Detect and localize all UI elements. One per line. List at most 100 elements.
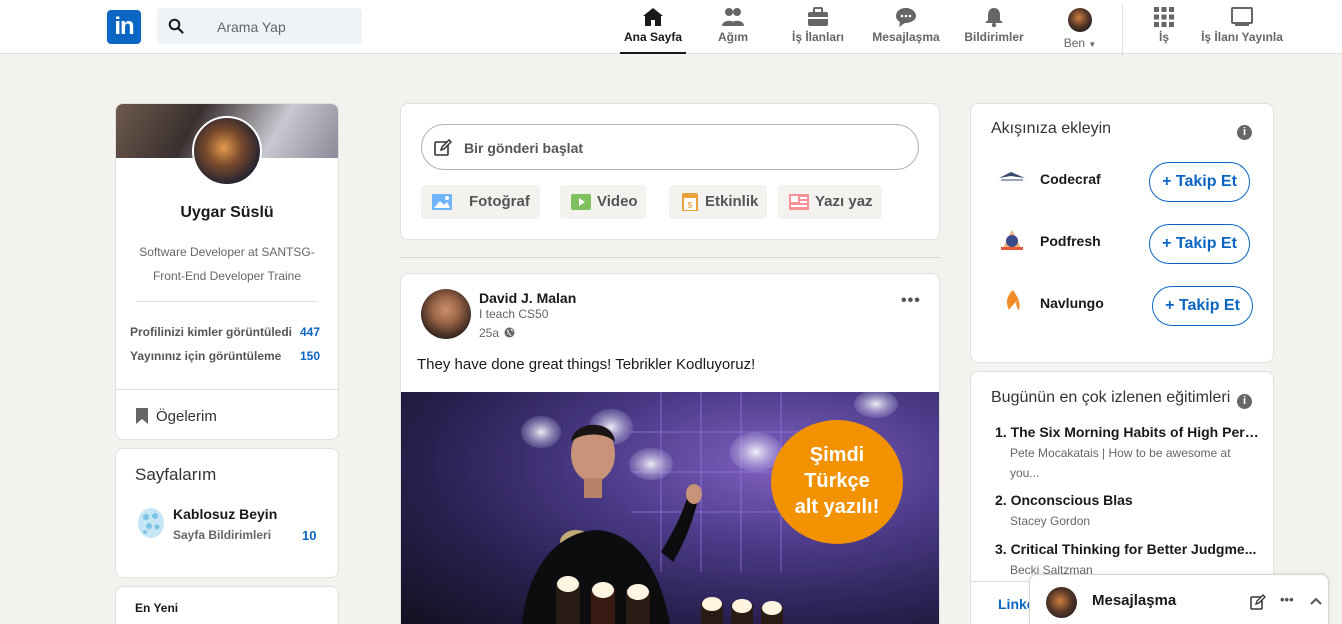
post-timestamp: 25a — [479, 326, 500, 340]
newest-label[interactable]: En Yeni — [135, 601, 178, 615]
nav-home-label: Ana Sayfa — [623, 30, 683, 44]
page-name[interactable]: Kablosuz Beyin — [173, 506, 277, 522]
my-items-link[interactable]: Ögelerim — [116, 389, 338, 439]
nav-notifications[interactable]: Bildirimler — [960, 4, 1028, 50]
share-photo-label: Fotoğraf — [469, 193, 530, 210]
edit-icon — [434, 139, 452, 156]
stat-post-views[interactable]: Yayınınız için görüntüleme 150 — [130, 349, 320, 363]
share-article-label: Yazı yaz — [815, 193, 873, 210]
caret-down-icon: ▼ — [1088, 40, 1097, 49]
stat-profile-views[interactable]: Profilinizi kimler görüntüledi 447 — [130, 325, 320, 339]
messaging-title: Mesajlaşma — [1092, 592, 1177, 609]
bell-icon — [985, 8, 1003, 28]
profile-card: Uygar Süslü Software Developer at SANTSG… — [115, 103, 339, 440]
stat-post-views-value: 150 — [299, 349, 320, 363]
follow-name-codecraf[interactable]: Codecraf — [1040, 171, 1101, 187]
post-author-subtitle: I teach CS50 — [479, 307, 549, 321]
podfresh-logo[interactable] — [997, 226, 1027, 252]
feed-sort-divider — [400, 257, 940, 258]
avatar — [1068, 8, 1092, 32]
bookmark-icon — [136, 408, 148, 424]
course-title: 3. Critical Thinking for Better Judgme..… — [995, 541, 1257, 557]
nav-messaging[interactable]: Mesajlaşma — [867, 4, 945, 50]
stat-profile-views-value: 447 — [299, 325, 320, 339]
add-to-feed-title: Akışınıza ekleyin — [991, 120, 1112, 137]
share-video-button[interactable]: Video — [560, 185, 646, 219]
top-courses-title: Bugünün en çok izlenen eğitimleri — [991, 389, 1231, 406]
newest-card: En Yeni — [115, 586, 339, 624]
my-items-label: Ögelerim — [156, 408, 217, 425]
globe-icon — [504, 327, 515, 338]
nav-post-job-label: İş İlanı Yayınla — [1201, 30, 1283, 44]
follow-button-podfresh[interactable]: + Takip Et — [1149, 224, 1250, 264]
course-item[interactable]: 1. The Six Morning Habits of High Perf..… — [995, 424, 1263, 483]
messaging-dock[interactable]: Mesajlaşma ••• — [1029, 574, 1329, 624]
grid-icon — [1154, 7, 1174, 27]
nav-me[interactable]: Ben ▼ — [1058, 4, 1102, 50]
nav-home[interactable]: Ana Sayfa — [620, 4, 686, 54]
brain-logo-icon[interactable] — [136, 505, 166, 541]
nav-messaging-label: Mesajlaşma — [872, 30, 940, 44]
add-to-feed-card: Akışınıza ekleyin i Codecraf + Takip Et … — [970, 103, 1274, 363]
info-icon[interactable]: i — [1237, 125, 1252, 140]
post-more-icon[interactable]: ••• — [901, 292, 921, 310]
messaging-more-icon[interactable]: ••• — [1280, 592, 1294, 607]
follow-name-podfresh[interactable]: Podfresh — [1040, 233, 1101, 249]
pages-title: Sayfalarım — [135, 465, 217, 484]
profile-headline: Software Developer at SANTSG-Front-End D… — [139, 245, 315, 283]
profile-name[interactable]: Uygar Süslü — [116, 204, 338, 222]
profile-divider — [136, 301, 318, 302]
svg-text:5: 5 — [688, 201, 693, 210]
start-post-button[interactable]: Bir gönderi başlat — [421, 124, 919, 170]
profile-avatar[interactable] — [192, 116, 262, 186]
article-icon — [789, 194, 809, 210]
top-nav-bar: in Ana Sayfa Ağım İş İlanları — [0, 0, 1342, 58]
nav-work-label: İş — [1158, 30, 1169, 44]
codecraf-logo[interactable] — [997, 164, 1027, 190]
messaging-avatar — [1046, 587, 1077, 618]
network-icon — [722, 8, 744, 26]
nav-jobs[interactable]: İş İlanları — [787, 4, 849, 50]
search-box[interactable] — [157, 8, 362, 44]
page-notifications-count: 10 — [302, 528, 317, 543]
nav-work[interactable]: İş — [1150, 4, 1178, 50]
nav-post-job[interactable]: İş İlanı Yayınla — [1196, 4, 1288, 50]
course-author: Pete Mocakatais | How to be awesome at y… — [1010, 446, 1231, 480]
navlungo-logo[interactable] — [997, 288, 1027, 314]
nav-network-label: Ağım — [718, 30, 748, 44]
share-article-button[interactable]: Yazı yaz — [778, 185, 882, 219]
course-title: 1. The Six Morning Habits of High Perf..… — [995, 424, 1261, 440]
start-post-label: Bir gönderi başlat — [464, 140, 584, 156]
follow-name-navlungo[interactable]: Navlungo — [1040, 295, 1104, 311]
share-event-button[interactable]: 5 Etkinlik — [669, 185, 767, 219]
post-text: They have done great things! Tebrikler K… — [417, 356, 756, 373]
post-image[interactable]: Şimdi Türkçe alt yazılı! — [401, 392, 939, 624]
chevron-up-icon[interactable] — [1309, 595, 1323, 607]
photo-icon — [432, 194, 452, 210]
course-item[interactable]: 2. Onconscious Blas Stacey Gordon — [995, 492, 1263, 531]
nav-divider — [1122, 4, 1123, 58]
home-icon — [643, 8, 663, 26]
video-icon — [571, 194, 591, 210]
follow-button-codecraf[interactable]: + Takip Et — [1149, 162, 1250, 202]
nav-network[interactable]: Ağım — [712, 4, 754, 50]
briefcase-icon — [808, 7, 828, 26]
nav-me-label: Ben ▼ — [1063, 36, 1097, 50]
page-notifications-label[interactable]: Sayfa Bildirimleri — [173, 528, 271, 542]
share-event-label: Etkinlik — [705, 193, 759, 210]
post-author-name[interactable]: David J. Malan — [479, 290, 576, 306]
nav-jobs-label: İş İlanları — [791, 30, 845, 44]
badge-line-3: alt yazılı! — [794, 496, 880, 518]
pages-card: Sayfalarım Kablosuz Beyin Sayfa Bildirim… — [115, 448, 339, 578]
search-input[interactable] — [217, 17, 352, 37]
badge-line-1: Şimdi — [809, 444, 865, 466]
stat-profile-views-label: Profilinizi kimler görüntüledi — [130, 325, 293, 339]
share-photo-button[interactable]: Fotoğraf — [421, 185, 540, 219]
follow-button-navlungo[interactable]: + Takip Et — [1152, 286, 1253, 326]
post-author-avatar[interactable] — [421, 289, 471, 339]
course-title: 2. Onconscious Blas — [995, 492, 1133, 508]
compose-icon[interactable] — [1250, 594, 1266, 610]
course-author: Stacey Gordon — [1010, 514, 1091, 528]
linkedin-logo[interactable]: in — [107, 10, 141, 44]
courses-info-icon[interactable]: i — [1237, 394, 1252, 409]
